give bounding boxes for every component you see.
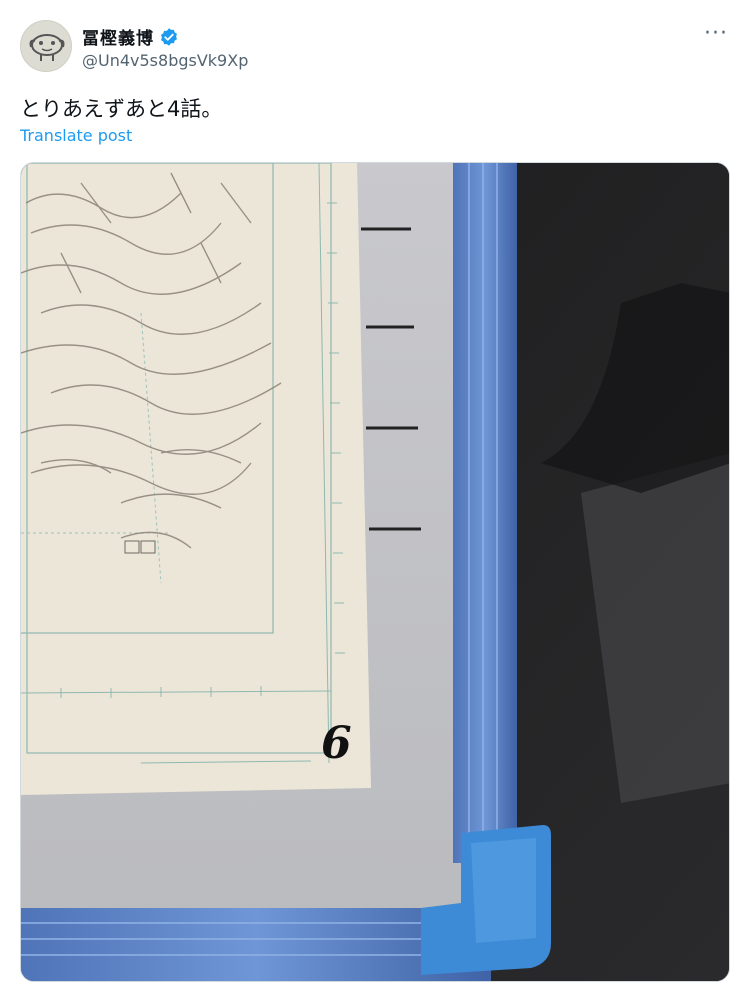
page-number-label: 6	[321, 718, 352, 769]
user-handle[interactable]: @Un4v5s8bgsVk9Xp	[82, 51, 248, 70]
name-row: 冨樫義博	[82, 24, 179, 49]
board-frame-bottom	[21, 908, 491, 981]
avatar[interactable]	[20, 20, 72, 72]
manuscript-photo: 6	[21, 163, 729, 981]
manuscript-paper	[21, 163, 371, 795]
post-header: 冨樫義博 @Un4v5s8bgsVk9Xp ···	[20, 20, 730, 72]
post-text: とりあえずあと4話。	[20, 97, 223, 121]
verified-badge-icon	[159, 27, 179, 47]
post-image[interactable]: 6	[20, 162, 730, 982]
translate-post-link[interactable]: Translate post	[20, 126, 132, 145]
board-frame-side	[453, 163, 517, 863]
avatar-icon	[29, 34, 65, 61]
more-options-icon[interactable]: ···	[704, 23, 728, 45]
display-name[interactable]: 冨樫義博	[82, 24, 154, 49]
